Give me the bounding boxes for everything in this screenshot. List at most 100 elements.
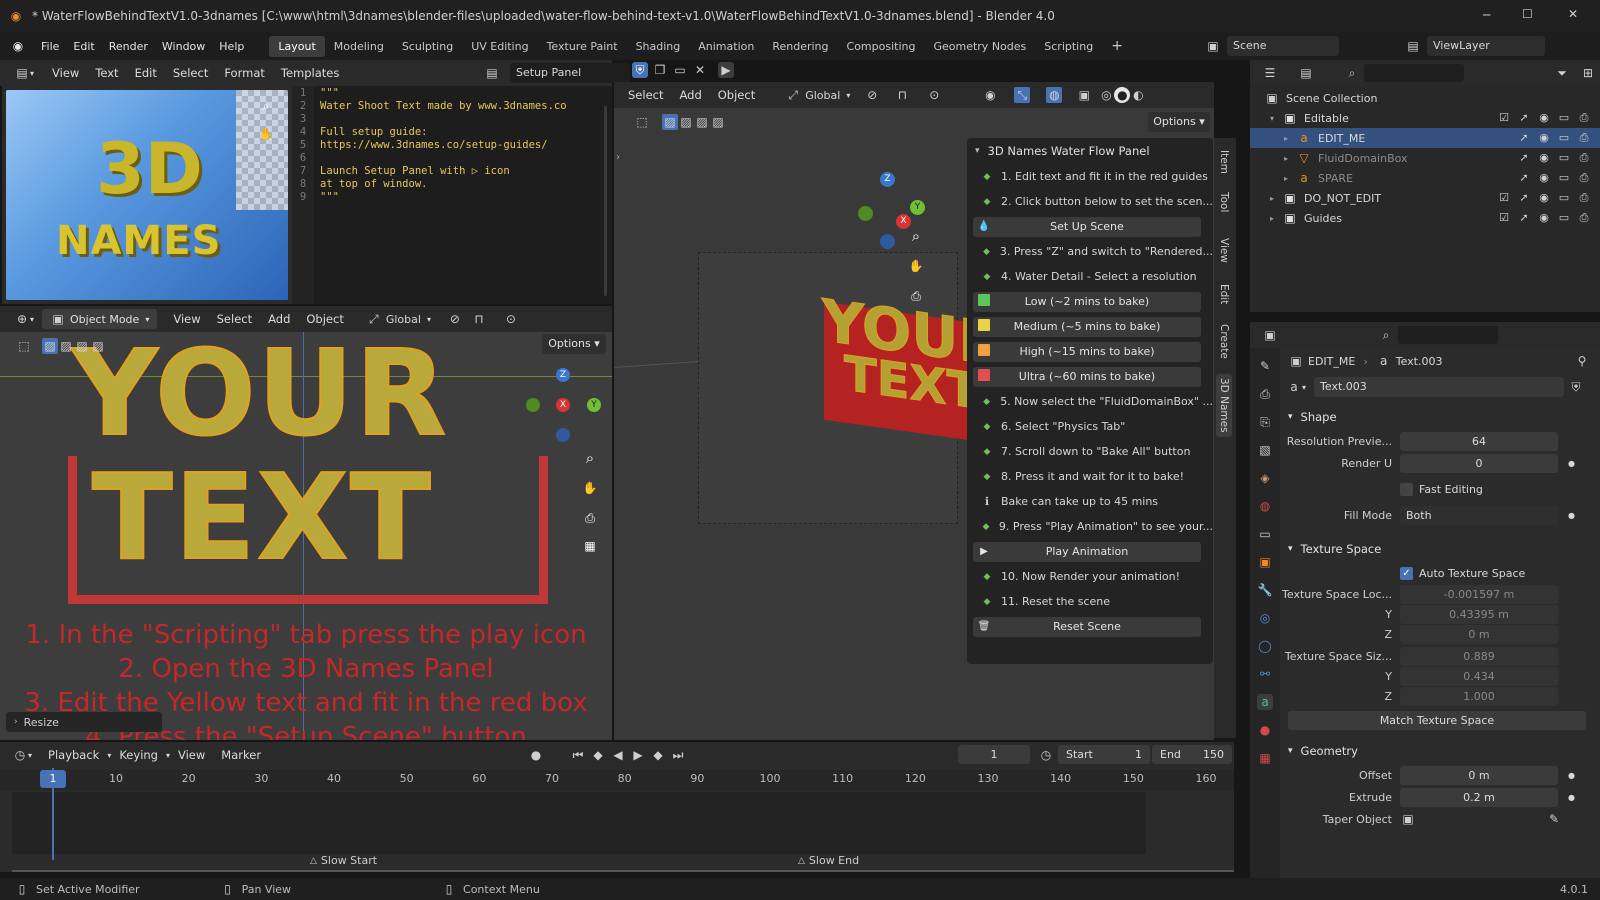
text-menu-view[interactable]: View — [44, 66, 87, 80]
output-tab-icon[interactable]: ⎘ — [1257, 414, 1273, 430]
geometry-section-header[interactable]: ▾ Geometry — [1280, 738, 1600, 764]
data-tab-icon[interactable]: a — [1257, 694, 1273, 710]
tex-size-y-field[interactable]: 0.434 — [1400, 666, 1558, 686]
menu-file[interactable]: File — [34, 40, 66, 53]
select-subtract-icon[interactable]: ▨ — [74, 338, 90, 354]
text-file-name[interactable]: Setup Panel — [510, 63, 630, 83]
monitor-icon[interactable]: ▭ — [1556, 150, 1572, 166]
menu-render[interactable]: Render — [102, 40, 155, 53]
tl-menu-marker[interactable]: Marker — [213, 748, 269, 762]
minimize-button[interactable]: ─ — [1483, 8, 1490, 22]
view-layer-tab-icon[interactable]: ▧ — [1257, 442, 1273, 458]
zoom-icon[interactable]: ⌕ — [582, 450, 598, 466]
lv-orientation[interactable]: Global — [386, 313, 421, 326]
expand-arrow-icon[interactable]: ▸ — [1284, 174, 1296, 183]
jump-end-icon[interactable]: ⏭ — [670, 747, 686, 763]
modifier-tab-icon[interactable]: 🔧 — [1257, 582, 1273, 598]
fast-editing-checkbox[interactable] — [1400, 482, 1413, 496]
select-box-icon[interactable]: ▨ — [42, 338, 58, 354]
left-viewport[interactable]: YOUR TEXT 1. In the "Scripting" tab pres… — [0, 332, 612, 740]
resolution-preview-field[interactable]: 64 — [1400, 431, 1558, 451]
marker-slow-start[interactable]: △ Slow Start — [310, 854, 377, 867]
text-data-icon[interactable]: a — [1286, 379, 1302, 395]
outliner-item[interactable]: ▸ ▣ DO_NOT_EDIT ☑ ➚ ◉ ▭ ⎙ — [1250, 188, 1600, 208]
shading-solid-icon[interactable]: ● — [1114, 87, 1131, 103]
editor-type-icon[interactable]: ◷ — [12, 747, 28, 763]
tab-create[interactable]: Create — [1218, 324, 1230, 359]
lv-options-button[interactable]: Options ▾ — [542, 334, 606, 354]
maximize-button[interactable]: ☐ — [1522, 7, 1533, 21]
scene-name[interactable]: Scene — [1227, 36, 1339, 56]
tab-rendering[interactable]: Rendering — [763, 36, 837, 57]
gizmo-icon[interactable]: ⤡ — [1014, 87, 1031, 103]
outliner-item[interactable]: ▾ ▣ Editable ☑ ➚ ◉ ▭ ⎙ — [1250, 108, 1600, 128]
editor-type-icon[interactable]: ▤ — [14, 65, 30, 81]
tab-scripting[interactable]: Scripting — [1035, 36, 1102, 57]
properties-search-input[interactable] — [1398, 326, 1498, 344]
text-menu-format[interactable]: Format — [216, 66, 273, 80]
pan-hand-icon[interactable]: ✋ — [258, 126, 274, 142]
panel-button-ultra[interactable]: Ultra (~60 mins to bake) — [967, 364, 1213, 389]
menu-help[interactable]: Help — [212, 40, 251, 53]
snap-icon[interactable]: ⊓ — [471, 311, 487, 327]
tab-layout[interactable]: Layout — [269, 35, 325, 57]
collection-tab-icon[interactable]: ▭ — [1257, 526, 1273, 542]
record-icon[interactable]: ● — [528, 747, 544, 763]
shading-material-icon[interactable]: ◐ — [1130, 87, 1146, 103]
tl-menu-view[interactable]: View — [170, 748, 213, 762]
tab-geometry-nodes[interactable]: Geometry Nodes — [924, 36, 1035, 57]
eyedropper-icon[interactable]: ✎ — [1546, 811, 1562, 827]
marker-slow-end[interactable]: △ Slow End — [798, 854, 859, 867]
jump-keyframe-back-icon[interactable]: ◆ — [590, 747, 606, 763]
proportional-icon[interactable]: ⊙ — [503, 311, 519, 327]
extrude-field[interactable]: 0.2 m — [1400, 787, 1558, 807]
text-menu-text[interactable]: Text — [87, 66, 126, 80]
tex-loc-x-field[interactable]: -0.001597 m — [1400, 584, 1558, 604]
xray-icon[interactable]: ▣ — [1076, 87, 1092, 103]
tab-animation[interactable]: Animation — [689, 36, 763, 57]
panel-button-medium[interactable]: Medium (~5 mins to bake) — [967, 314, 1213, 339]
current-frame-field[interactable]: 1 — [958, 745, 1030, 764]
blender-menu-icon[interactable]: ◉ — [10, 38, 26, 54]
tab-3d-names[interactable]: 3D Names — [1216, 374, 1232, 437]
resize-operator-panel[interactable]: › Resize — [6, 712, 162, 732]
scene-selector[interactable]: ▣ Scene — [1205, 36, 1339, 56]
monitor-icon[interactable]: ▭ — [1556, 190, 1572, 206]
text-text-object[interactable]: TEXT — [91, 457, 433, 577]
close-window-button[interactable]: ✕ — [1568, 7, 1578, 21]
object-mode-dropdown[interactable]: ▣ Object Mode ▾ — [42, 309, 158, 329]
auto-texture-space-checkbox[interactable]: ✓ — [1400, 566, 1413, 580]
tl-menu-playback[interactable]: Playback — [40, 748, 107, 762]
texture-space-section-header[interactable]: ▾ Texture Space — [1280, 536, 1600, 562]
select-cursor-icon[interactable]: ⬚ — [16, 338, 32, 354]
new-collection-icon[interactable]: ⊞ — [1580, 65, 1596, 81]
lv-menu-add[interactable]: Add — [260, 312, 298, 326]
eye-icon[interactable]: ◉ — [1536, 170, 1552, 186]
display-mode-icon[interactable]: ▤ — [1298, 65, 1314, 81]
open-folder-icon[interactable]: ▭ — [672, 62, 688, 78]
scene-tab-icon[interactable]: ◈ — [1257, 470, 1273, 486]
panel-button-play[interactable]: ▶ Play Animation — [967, 539, 1213, 564]
lv-menu-object[interactable]: Object — [298, 312, 351, 326]
camera-render-icon[interactable]: ⎙ — [1576, 190, 1592, 206]
tex-size-z-field[interactable]: 1.000 — [1400, 686, 1558, 706]
render-tab-icon[interactable]: ⎙ — [1257, 386, 1273, 402]
match-texture-space-button[interactable]: Match Texture Space — [1288, 710, 1586, 730]
text-menu-select[interactable]: Select — [165, 66, 216, 80]
expand-arrow-icon[interactable]: ▸ — [1284, 134, 1296, 143]
pin-icon[interactable]: ⚲ — [1574, 353, 1590, 369]
tab-shading[interactable]: Shading — [627, 36, 690, 57]
tab-compositing[interactable]: Compositing — [838, 36, 925, 57]
outliner-item[interactable]: ▸ a SPARE ➚ ◉ ▭ ⎙ — [1250, 168, 1600, 188]
snap-icon[interactable]: ⊓ — [894, 87, 910, 103]
fake-user-icon[interactable]: ⛨ — [1568, 379, 1584, 395]
jump-start-icon[interactable]: ⏮ — [570, 747, 586, 763]
mv-menu-add[interactable]: Add — [671, 88, 709, 102]
tab-view[interactable]: View — [1218, 238, 1230, 263]
tex-size-x-field[interactable]: 0.889 — [1400, 646, 1558, 666]
code-line[interactable]: 9 """ — [292, 190, 610, 203]
expand-arrow-icon[interactable]: ▾ — [1270, 114, 1282, 123]
select-arrow-icon[interactable]: ➚ — [1516, 110, 1532, 126]
checkbox-icon[interactable]: ☑ — [1496, 110, 1512, 126]
mv-options-button[interactable]: Options ▾ — [1148, 112, 1210, 132]
